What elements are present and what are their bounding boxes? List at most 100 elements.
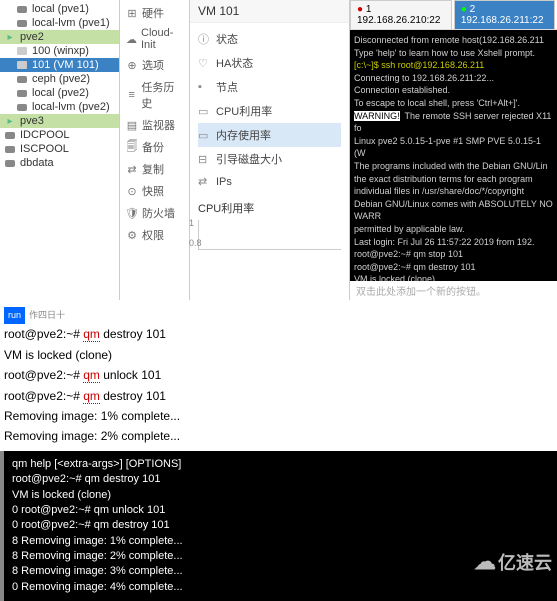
status-row: ♡HA状态 [198, 51, 341, 75]
bash-line: root@pve2:~# qm destroy 101 [4, 386, 553, 406]
status-label: CPU利用率 [216, 103, 272, 119]
tree-item[interactable]: local (pve2) [0, 86, 119, 100]
tree-item-label: local (pve2) [32, 87, 89, 99]
term-line: 0 root@pve2:~# qm unlock 101 [12, 503, 549, 518]
tree-item[interactable]: local (pve1) [0, 2, 119, 16]
tree-item[interactable]: ▸ pve3 [0, 114, 119, 128]
node-icon: ▸ [4, 31, 16, 43]
term-line: Connecting to 192.168.26.211:22... [354, 72, 553, 85]
status-label: IPs [216, 176, 232, 188]
tree-item-label: 100 (winxp) [32, 45, 89, 57]
disk-icon [16, 3, 28, 15]
term-line: [c:\~]$ ssh root@192.168.26.211 [354, 59, 553, 72]
term-line: the exact distribution terms for each pr… [354, 173, 553, 186]
tree-item[interactable]: local-lvm (pve1) [0, 16, 119, 30]
vm-tab-menu: ⊞硬件☁Cloud-Init⊕选项≡任务历史▤监视器🗐备份⇄复制 ⊙ 快照 🛡 防火墙 ⚙… [120, 0, 190, 300]
disk-icon [16, 101, 28, 113]
tree-item[interactable]: dbdata [0, 156, 119, 170]
tree-item-label: local-lvm (pve1) [32, 17, 110, 29]
tab-active[interactable]: ● 2 192.168.26.211:22 [454, 0, 555, 29]
term-line: The programs included with the Debian GN… [354, 160, 553, 173]
term-line: VM is locked (clone) [354, 273, 553, 281]
tree-item-selected[interactable]: 101 (VM 101) [0, 58, 119, 72]
tree-item-label: IDCPOOL [20, 129, 70, 141]
status-row: ▪ 节点 [198, 75, 341, 99]
bash-line: root@pve2:~# qm destroy 101 [4, 324, 553, 344]
menu-item[interactable]: 🗐备份 [120, 136, 189, 158]
menu-item[interactable]: ⊞硬件 [120, 2, 189, 24]
run-badge: run [4, 307, 25, 324]
tree-item-label: ceph (pve2) [32, 73, 90, 85]
menu-icon: ≡ [126, 89, 137, 101]
bottom-terminal: qm help [<extra-args>] [OPTIONS] root@pv… [0, 451, 557, 601]
menu-label: 监视器 [142, 117, 175, 133]
term-line: permitted by applicable law. [354, 223, 553, 236]
tree-item[interactable]: local-lvm (pve2) [0, 100, 119, 114]
term-line: Type 'help' to learn how to use Xshell p… [354, 47, 553, 60]
tree-item[interactable]: ▸ pve2 [0, 30, 119, 44]
badge-line: 作四日十 [29, 310, 65, 320]
menu-item[interactable]: 🛡 防火墙 [120, 202, 189, 224]
menu-label: 选项 [142, 57, 164, 73]
tree-item[interactable]: ceph (pve2) [0, 72, 119, 86]
node-icon: ▸ [4, 115, 16, 127]
status-icon: ⊟ [198, 153, 210, 166]
status-label: 内存使用率 [216, 127, 271, 143]
status-icon: ▭ [198, 129, 210, 142]
term-line: 0 Removing image: 4% complete... [12, 580, 549, 595]
tree-item-label: pve3 [20, 115, 44, 127]
watermark-text: 亿速云 [498, 549, 552, 575]
status-label: 节点 [216, 79, 238, 95]
status-icon: ▭ [198, 105, 210, 118]
menu-label: 快照 [142, 183, 164, 199]
cpu-chart: CPU利用率 1 0.8 [190, 196, 349, 254]
term-line: VM is locked (clone) [12, 488, 549, 503]
menu-item[interactable]: ⊕选项 [120, 54, 189, 76]
menu-item[interactable]: ≡任务历史 [120, 76, 189, 114]
status-icon: ▪ [198, 81, 210, 93]
term-line: Disconnected from remote host(192.168.26… [354, 34, 553, 47]
status-icon: ⓘ [198, 31, 210, 47]
chart-area: 1 0.8 [198, 220, 341, 250]
disk-icon [16, 73, 28, 85]
term-line: root@pve2:~# qm destroy 101 [12, 472, 549, 487]
tree-item[interactable]: IDCPOOL [0, 128, 119, 142]
ssh-terminal[interactable]: Disconnected from remote host(192.168.26… [350, 30, 557, 281]
menu-icon: 🛡 [126, 207, 138, 219]
terminal-tabs: ● 1 192.168.26.210:22● 2 192.168.26.211:… [350, 0, 557, 30]
ssh-terminal-panel: ● 1 192.168.26.210:22● 2 192.168.26.211:… [350, 0, 557, 300]
menu-item[interactable]: ▤监视器 [120, 114, 189, 136]
watermark: ☁ 亿速云 [474, 549, 552, 575]
menu-item[interactable]: ⊙ 快照 [120, 180, 189, 202]
bash-excerpt: run作四日十 root@pve2:~# qm destroy 101VM is… [0, 300, 557, 451]
disk-icon [16, 87, 28, 99]
tree-item-label: pve2 [20, 31, 44, 43]
menu-item[interactable]: ⚙权限 [120, 224, 189, 246]
menu-label: 防火墙 [142, 205, 175, 221]
tree-item[interactable]: 100 (winxp) [0, 44, 119, 58]
chart-tick: 0.8 [189, 238, 202, 248]
menu-icon: ⚙ [126, 229, 138, 241]
vm-icon [16, 59, 28, 71]
term-line: 8 Removing image: 3% complete... [12, 564, 549, 579]
tab[interactable]: ● 1 192.168.26.210:22 [350, 0, 452, 29]
menu-item[interactable]: ☁Cloud-Init [120, 24, 189, 54]
tree-item-label: local-lvm (pve2) [32, 101, 110, 113]
chart-title: CPU利用率 [198, 200, 341, 216]
term-line: 8 Removing image: 1% complete... [12, 534, 549, 549]
term-line: individual files in /usr/share/doc/*/cop… [354, 185, 553, 198]
status-label: 引导磁盘大小 [216, 151, 282, 167]
tree-item[interactable]: ISCPOOL [0, 142, 119, 156]
term-line: root@pve2:~# qm destroy 101 [354, 261, 553, 274]
status-row: ⓘ状态 [198, 27, 341, 51]
status-row: ⊟ 引导磁盘大小 [198, 147, 341, 171]
status-row: ▭ 内存使用率 [198, 123, 341, 147]
menu-label: 硬件 [142, 5, 164, 21]
cloud-icon: ☁ [474, 549, 496, 575]
menu-item[interactable]: ⇄复制 [120, 158, 189, 180]
term-line: qm help [<extra-args>] [OPTIONS] [12, 457, 549, 472]
menu-icon: ⊙ [126, 185, 138, 197]
term-line: Debian GNU/Linux comes with ABSOLUTELY N… [354, 198, 553, 223]
term-line: Linux pve2 5.0.15-1-pve #1 SMP PVE 5.0.1… [354, 135, 553, 160]
status-icon: ⇄ [198, 175, 210, 188]
